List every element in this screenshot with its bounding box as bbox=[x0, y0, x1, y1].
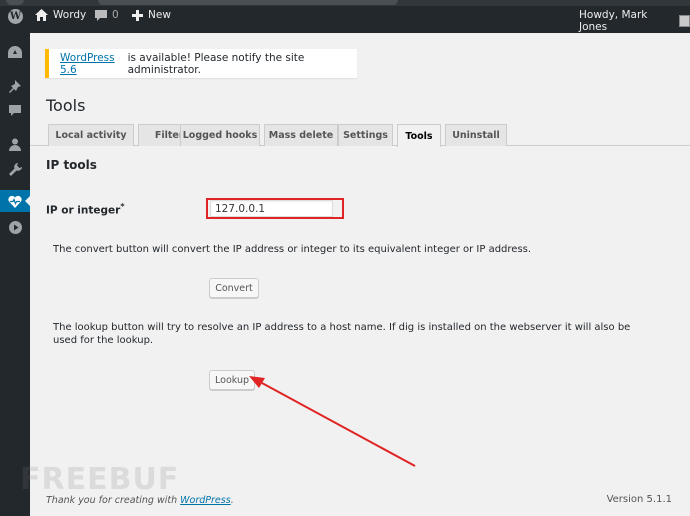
required-marker: * bbox=[120, 202, 125, 211]
tab-logged-hooks[interactable]: Logged hooks bbox=[180, 124, 260, 146]
users-icon[interactable] bbox=[7, 136, 23, 152]
wordpress-version-link[interactable]: WordPress 5.6 bbox=[60, 52, 128, 76]
wrench-icon[interactable] bbox=[7, 161, 23, 177]
comments-icon[interactable] bbox=[7, 102, 23, 118]
pin-icon[interactable] bbox=[7, 78, 23, 94]
my-account-link[interactable]: Howdy, Mark Jones bbox=[579, 9, 690, 33]
footer-version: Version 5.1.1 bbox=[606, 494, 672, 505]
tab-bar: Local activity Filters Logged hooks Mass… bbox=[30, 124, 690, 147]
tab-uninstall[interactable]: Uninstall bbox=[445, 124, 507, 146]
howdy-greeting: Howdy, Mark Jones bbox=[579, 9, 648, 33]
footer-thanks: Thank you for creating with WordPress. bbox=[46, 495, 234, 506]
page-title: Tools bbox=[46, 96, 86, 115]
section-title: IP tools bbox=[46, 158, 97, 172]
comments-link[interactable]: 0 bbox=[95, 9, 119, 21]
ip-field-label-text: IP or integer bbox=[46, 204, 121, 217]
site-name: Wordy bbox=[53, 9, 87, 21]
footer-thanks-text: Thank you for creating with bbox=[46, 495, 181, 506]
wordpress-logo-icon[interactable]: W bbox=[8, 9, 23, 24]
dashboard-icon[interactable] bbox=[7, 44, 23, 60]
ip-field-label: IP or integer* bbox=[46, 202, 125, 217]
tab-local-activity[interactable]: Local activity bbox=[48, 124, 134, 146]
heart-pulse-icon bbox=[7, 193, 23, 209]
convert-description: The convert button will convert the IP a… bbox=[53, 244, 532, 255]
footer-wordpress-link[interactable]: WordPress bbox=[180, 495, 231, 506]
update-notice-text: is available! Please notify the site adm… bbox=[127, 51, 305, 76]
tab-settings[interactable]: Settings bbox=[338, 124, 393, 146]
admin-sidebar bbox=[0, 33, 30, 516]
comment-bubble-icon bbox=[95, 9, 107, 21]
ip-input[interactable] bbox=[210, 200, 333, 217]
watermark-logo: FREEBUF bbox=[20, 462, 180, 497]
browser-top-edge bbox=[0, 0, 690, 6]
tab-mass-delete[interactable]: Mass delete bbox=[264, 124, 338, 146]
update-notice: WordPress 5.6 is available! Please notif… bbox=[45, 49, 357, 78]
plus-icon bbox=[132, 9, 143, 21]
avatar bbox=[678, 15, 690, 27]
home-icon bbox=[35, 9, 48, 21]
convert-button[interactable]: Convert bbox=[209, 278, 259, 298]
tab-tools[interactable]: Tools bbox=[397, 124, 441, 147]
site-name-link[interactable]: Wordy bbox=[35, 9, 86, 21]
comments-count: 0 bbox=[112, 9, 119, 21]
lookup-button[interactable]: Lookup bbox=[209, 370, 255, 390]
footer-period: . bbox=[230, 495, 234, 506]
lookup-description: The lookup button will try to resolve an… bbox=[53, 322, 631, 346]
play-circle-icon[interactable] bbox=[7, 219, 23, 235]
admin-bar: W Wordy 0 New Howdy, Mark Jones bbox=[0, 0, 690, 33]
new-content-link[interactable]: New bbox=[132, 9, 171, 21]
new-label: New bbox=[148, 9, 171, 21]
